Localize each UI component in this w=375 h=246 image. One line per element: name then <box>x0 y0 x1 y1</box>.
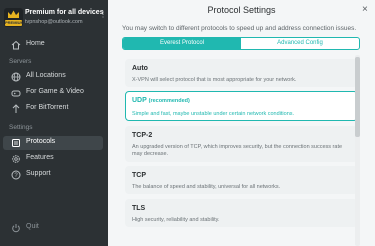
sidebar-item-features[interactable]: Features <box>3 152 103 166</box>
protocol-option-tls[interactable]: TLS High security, reliability and stabi… <box>125 199 358 227</box>
protocol-description: High security, reliability and stability… <box>132 217 220 223</box>
protocol-option-auto[interactable]: Auto X-VPN will select protocol that is … <box>125 59 358 87</box>
gamepad-icon <box>11 90 21 97</box>
sidebar-item-label: For Game & Video <box>26 88 84 95</box>
sidebar-item-quit[interactable]: Quit <box>3 221 103 235</box>
sidebar-item-game-video[interactable]: For Game & Video <box>3 86 103 100</box>
sidebar-item-home[interactable]: Home <box>3 38 103 52</box>
plan-name: Premium for all devices <box>25 9 104 16</box>
sidebar-item-label: Features <box>26 154 54 161</box>
sidebar-item-label: Protocols <box>26 138 56 145</box>
protocol-tabs: Everest Protocol Advanced Config <box>122 37 360 50</box>
scrollbar[interactable] <box>355 55 360 246</box>
protocol-name: UDP (recommended) <box>132 97 190 104</box>
protocol-option-udp[interactable]: UDP (recommended) Simple and fast, maybe… <box>125 91 358 121</box>
more-options-icon[interactable]: ⋮ <box>99 11 107 19</box>
protocol-description: X-VPN will select protocol that is most … <box>132 77 297 83</box>
account-email: tvpnshop@outlook.com <box>25 19 83 25</box>
avatar: PREMIUM <box>4 8 24 27</box>
sidebar-item-label: Home <box>26 40 45 47</box>
sidebar-item-label: Quit <box>26 223 39 230</box>
page-subtitle: You may switch to different protocols to… <box>122 25 357 32</box>
protocol-name: TLS <box>132 205 146 212</box>
sidebar: PREMIUM Premium for all devices tvpnshop… <box>0 0 108 246</box>
sidebar-item-all-locations[interactable]: All Locations <box>3 70 103 84</box>
tab-everest-protocol[interactable]: Everest Protocol <box>123 38 241 49</box>
sidebar-item-label: All Locations <box>26 72 66 79</box>
gear-icon <box>12 155 20 163</box>
tab-advanced-config[interactable]: Advanced Config <box>241 38 359 49</box>
protocol-option-tcp[interactable]: TCP The balance of speed and stability, … <box>125 166 358 194</box>
premium-badge: PREMIUM <box>5 20 24 26</box>
power-icon <box>12 224 20 233</box>
sidebar-item-support[interactable]: ? Support <box>3 168 103 182</box>
page-title: Protocol Settings <box>207 5 276 15</box>
protocol-option-tcp-2[interactable]: TCP-2 An upgraded version of TCP, which … <box>125 126 358 162</box>
sidebar-item-bittorrent[interactable]: For BitTorrent <box>3 102 103 116</box>
protocol-settings-panel: Protocol Settings × You may switch to di… <box>108 0 375 246</box>
protocol-name: Auto <box>132 65 148 72</box>
protocol-name: TCP <box>132 172 146 179</box>
protocol-description: Simple and fast, maybe unstable under ce… <box>132 111 295 117</box>
help-icon: ? <box>11 170 21 180</box>
protocol-list: Auto X-VPN will select protocol that is … <box>122 55 364 246</box>
close-icon[interactable]: × <box>362 4 368 15</box>
protocol-description: The balance of speed and stability, univ… <box>132 184 281 190</box>
sidebar-item-label: Support <box>26 170 51 177</box>
protocol-icon <box>12 139 20 147</box>
globe-icon <box>11 72 21 82</box>
sidebar-item-protocols[interactable]: Protocols <box>3 136 103 150</box>
protocol-name: TCP-2 <box>132 132 153 139</box>
account-header: PREMIUM Premium for all devices tvpnshop… <box>4 8 107 28</box>
servers-section-heading: Servers <box>9 58 32 65</box>
settings-section-heading: Settings <box>9 124 33 131</box>
home-icon <box>11 40 21 50</box>
protocol-name-text: UDP <box>132 97 147 104</box>
scrollbar-thumb[interactable] <box>355 57 360 137</box>
sidebar-item-label: For BitTorrent <box>26 104 69 111</box>
recommended-tag: (recommended) <box>148 98 190 104</box>
protocol-description: An upgraded version of TCP, which improv… <box>132 144 343 157</box>
download-icon <box>12 104 20 113</box>
crown-icon <box>8 10 19 18</box>
